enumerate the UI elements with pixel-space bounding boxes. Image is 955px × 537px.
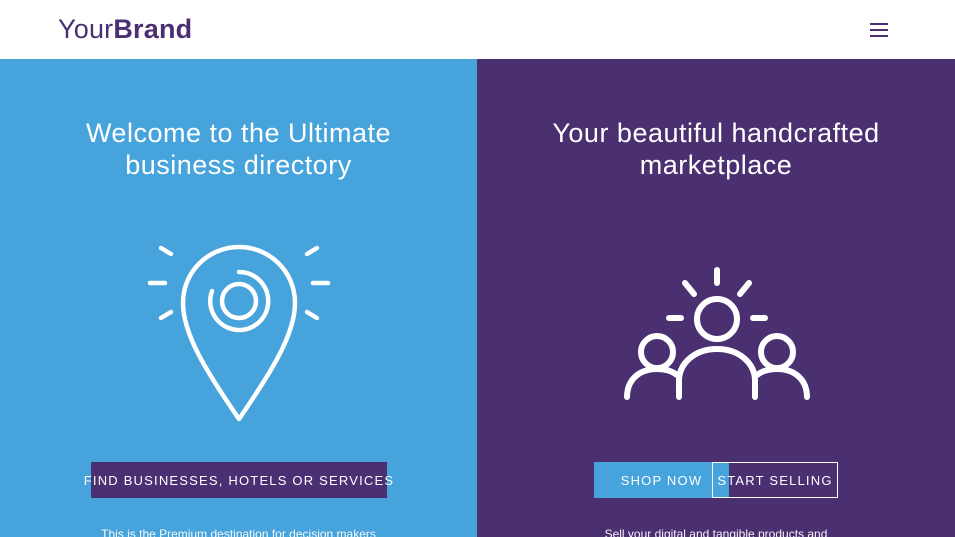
directory-title: Welcome to the Ultimate business directo… — [85, 118, 392, 180]
directory-description: This is the Premium destination for deci… — [101, 527, 376, 537]
find-businesses-button[interactable]: FIND BUSINESSES, HOTELS OR SERVICES — [84, 462, 393, 498]
brand-logo-bold: Brand — [113, 14, 193, 44]
marketplace-panel: Your beautiful handcrafted marketplace S… — [477, 59, 955, 537]
directory-panel: Welcome to the Ultimate business directo… — [0, 59, 477, 537]
location-pin-icon — [144, 241, 334, 431]
menu-bar-bottom — [870, 35, 888, 37]
shop-now-button[interactable]: SHOP NOW — [594, 462, 729, 498]
menu-bar-middle — [870, 29, 888, 31]
marketplace-title: Your beautiful handcrafted marketplace — [552, 118, 880, 180]
marketplace-description: Sell your digital and tangible products … — [604, 527, 828, 537]
start-selling-button[interactable]: START SELLING — [712, 462, 838, 498]
site-header: YourBrand — [0, 0, 955, 59]
hamburger-menu-icon[interactable] — [868, 20, 890, 40]
brand-logo-light: Your — [58, 14, 114, 44]
menu-bar-top — [870, 23, 888, 25]
brand-logo[interactable]: YourBrand — [58, 13, 192, 45]
community-people-icon — [617, 263, 817, 413]
